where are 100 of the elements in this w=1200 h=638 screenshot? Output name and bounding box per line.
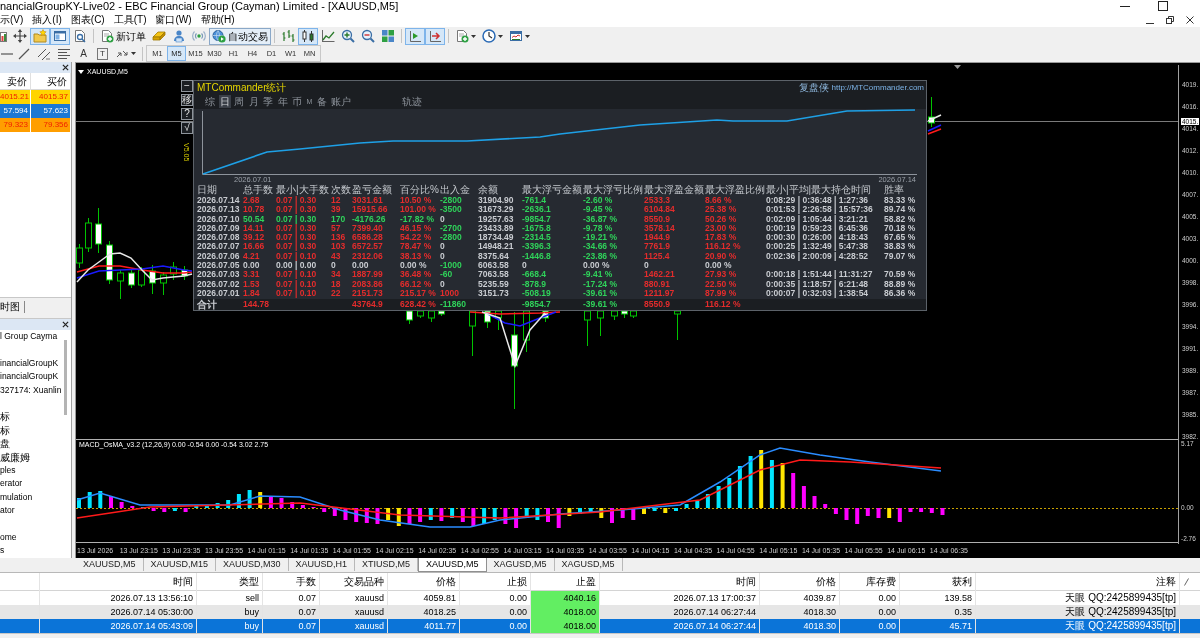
tree-item[interactable]: l Group Cayma [0, 330, 58, 344]
table-cell-text: -39.61 % [583, 300, 619, 310]
table-cell-text: -23.86 % [583, 251, 619, 262]
table-cell-text: 2026.07.06 [197, 251, 241, 262]
table-cell-text: 144.78 [243, 300, 270, 310]
menu-item[interactable]: 窗口(W) [155, 12, 192, 27]
panel-tab[interactable]: 综 [204, 95, 216, 108]
auto-scroll-button[interactable] [425, 27, 445, 45]
chart-tab[interactable]: XAUUSD,M5 [76, 558, 144, 571]
channel-icon [37, 46, 51, 61]
chart-tab[interactable]: XAGUSD,M5 [486, 558, 555, 571]
tree-item[interactable]: 327174: Xuanlin [0, 383, 62, 397]
tree-item[interactable]: inancialGroupK [0, 370, 59, 384]
tree-item[interactable]: erator [0, 477, 23, 491]
table-cell-text: 0.07 | 0.10 [276, 270, 318, 280]
periods-button[interactable] [479, 27, 506, 45]
new-order-button[interactable]: 新订单 [97, 27, 149, 45]
label-tool-button[interactable]: T [97, 47, 108, 60]
table-cell-text: -2636.1 [522, 205, 552, 215]
table-cell-text: 0:02:09 | 1:05:44 | 3:21:21 [766, 214, 870, 224]
table-cell-text: 880.91 [644, 279, 671, 289]
panel-tab[interactable]: 日 [218, 95, 231, 108]
caret-icon [525, 34, 530, 38]
restore-button[interactable] [1166, 15, 1174, 24]
table-cell-text: 14948.21 [478, 242, 515, 252]
panel-tab[interactable]: 备 [315, 95, 328, 108]
panel-button[interactable]: − [181, 80, 193, 92]
table-cell-text: 66.12 % [400, 279, 433, 289]
chart-tab[interactable]: XAUUSD,M30 [216, 558, 289, 571]
table-cell-text: 79.07 % [884, 251, 917, 262]
tree-item[interactable]: 标 [0, 410, 10, 424]
table-cell-text: 4.21 [243, 251, 261, 262]
template-icon [509, 29, 523, 43]
candlestick-chart [927, 96, 942, 135]
tab[interactable]: 时图 [0, 301, 24, 313]
table-cell-text: 101.00 % [400, 205, 437, 215]
scrollbar[interactable] [64, 340, 67, 415]
chart-tab[interactable]: XAUUSD,H1 [288, 558, 356, 571]
chart-tab[interactable]: XAUUSD,M5 [418, 558, 487, 572]
tree-item[interactable]: ples [0, 463, 16, 478]
table-cell-text: 合计 [197, 300, 218, 310]
table-cell-text: 1125.4 [644, 251, 671, 262]
panel-button[interactable]: ? [181, 108, 193, 120]
website-link[interactable]: http://MTCommander.com [831, 81, 924, 94]
panel-tab[interactable]: 年 [276, 95, 289, 108]
tree-item[interactable]: 标 [0, 423, 10, 438]
table-cell-text: -9.78 % [583, 223, 614, 234]
menu-item[interactable]: 插入(I) [32, 12, 62, 27]
menu-item[interactable]: 图表(C) [70, 12, 105, 27]
menu-item[interactable]: 帮助(H) [200, 12, 235, 27]
table-cell-text: 2026.07.09 [197, 223, 241, 234]
table-cell-text: 17.83 % [705, 233, 738, 243]
table-cell-text: 27.93 % [705, 270, 738, 280]
trade-row[interactable]: 2026.07.13 13:56:10 sell 0.07 xauusd 4059.81 0.00 4040.16 2026.07.13 17:00:37 4039.87 0.00 139.58 天眼 QQ:2425899435[tp] [0, 591, 1200, 605]
table-cell-text: 2.68 [243, 196, 261, 206]
table-cell-text: -17.24 % [583, 279, 619, 289]
text-tool-button[interactable]: A [74, 45, 93, 62]
table-cell-text: -17.82 % [400, 214, 436, 224]
table-cell-text: 2026.07.03 [197, 270, 241, 280]
candlestick-button[interactable] [298, 27, 318, 45]
tree-item[interactable]: 威廉姆 [0, 450, 30, 464]
trade-row[interactable]: 2026.07.14 05:30:00 buy 0.07 xauusd 4018.25 0.00 4018.00 2026.07.14 06:27:44 4018.30 0.00 0.35 天眼 QQ:2425899435[tp] [0, 605, 1200, 619]
auto-trading-button[interactable]: 自动交易 [209, 27, 271, 45]
sort-icon [1184, 578, 1189, 586]
table-cell-text: 10.50 % [400, 196, 433, 206]
document-plus-icon [455, 29, 469, 43]
table-cell-text: 2026.07.05 [197, 261, 241, 271]
column-header: 最小|平均|最大持仓时间 [766, 184, 873, 196]
menu-item[interactable]: 示(V) [0, 12, 24, 27]
panel-button[interactable]: 移 [181, 94, 193, 106]
panel-tab[interactable]: 季 [262, 95, 274, 108]
window-panel-button[interactable] [50, 27, 70, 45]
table-cell-text: 54.22 % [400, 233, 433, 243]
table-cell-text: 7063.58 [478, 270, 510, 280]
panel-button[interactable]: √ [181, 122, 193, 134]
tree-item[interactable]: ome [0, 530, 17, 545]
panel-tab[interactable]: 币 [291, 95, 303, 108]
tree-item[interactable]: inancialGroupK [0, 356, 59, 371]
tree-item[interactable]: ator [0, 504, 15, 518]
panel-tab[interactable]: 月 [247, 95, 260, 108]
table-cell: 4040.16 [531, 591, 600, 605]
close-button[interactable] [62, 64, 69, 71]
chart-shift-button[interactable] [405, 27, 425, 45]
close-button[interactable] [1186, 15, 1194, 24]
panel-tab[interactable]: 周 [233, 95, 245, 108]
chart-tab[interactable]: XAUUSD,M15 [143, 558, 217, 571]
table-cell-text: 0.00 | 0.00 [276, 261, 318, 271]
tree-item[interactable]: mulation [0, 490, 33, 505]
table-cell-text: 58.82 % [884, 214, 917, 224]
menu-item[interactable]: 工具(T) [113, 12, 147, 27]
table-cell-text: -3396.3 [522, 242, 552, 252]
panel-tab[interactable]: 轨迹 [400, 95, 423, 108]
tree-item[interactable]: s [0, 544, 5, 558]
close-button[interactable] [62, 321, 69, 328]
trade-row[interactable]: 2026.07.14 05:43:09 buy 0.07 xauusd 4011.77 0.00 4018.00 2026.07.14 06:27:44 4018.30 0.00 45.71 天眼 QQ:2425899435[tp] [0, 619, 1200, 633]
maximize-button[interactable] [1158, 1, 1168, 11]
chart-tab[interactable]: XAGUSD,M5 [554, 558, 623, 571]
folder-star-button[interactable] [30, 27, 50, 45]
tree-item[interactable]: 盘 [0, 437, 10, 451]
panel-tab[interactable]: 账户 [330, 95, 353, 108]
